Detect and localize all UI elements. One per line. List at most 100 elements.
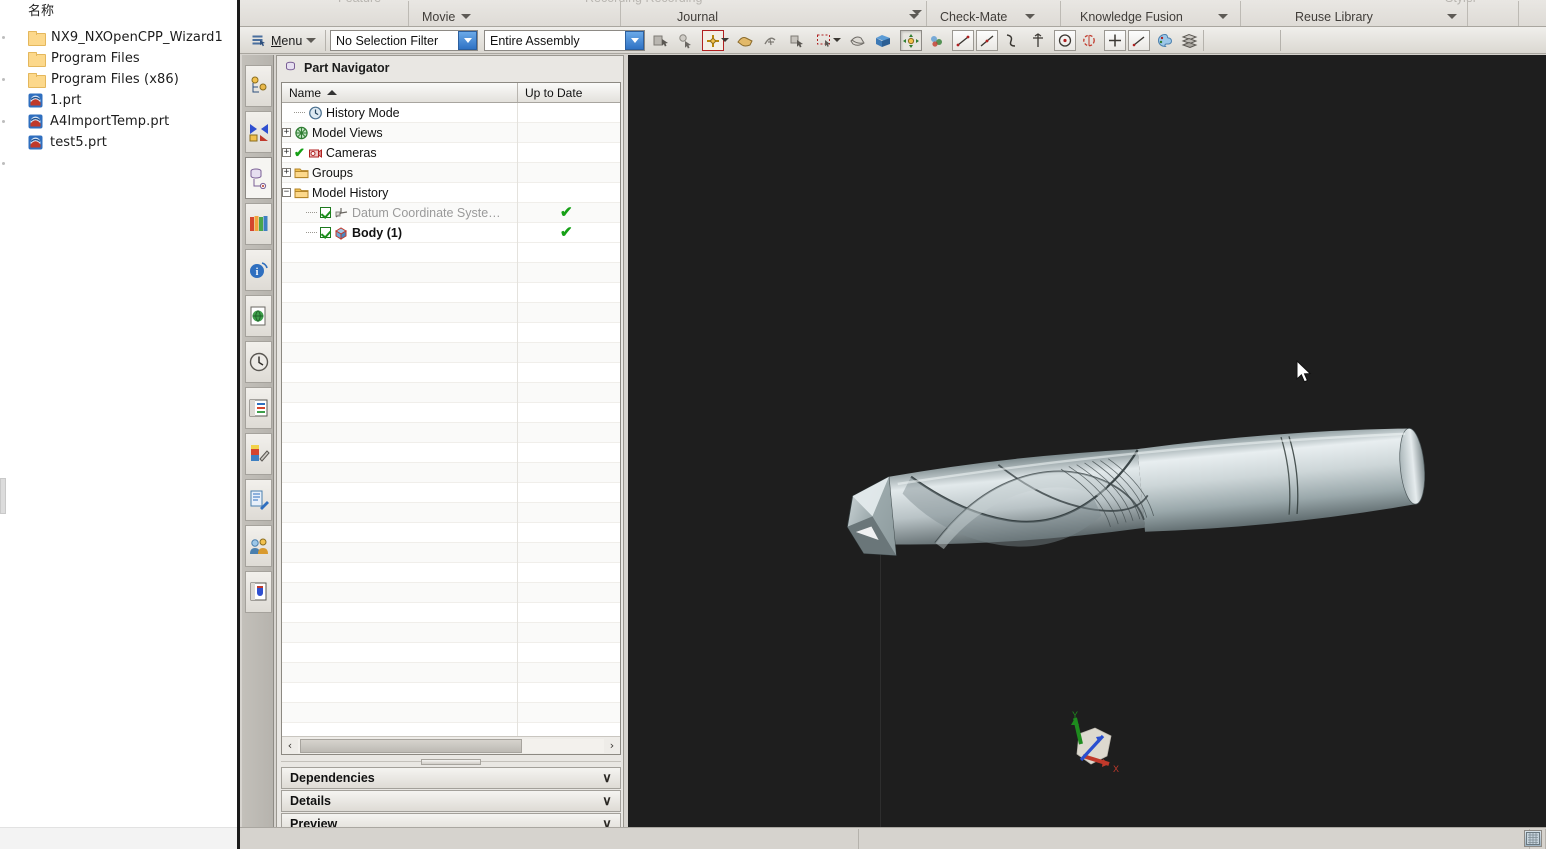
ribbon-group-check-mate[interactable]: Check-Mate: [940, 6, 1035, 26]
point-icon[interactable]: [1104, 30, 1126, 51]
tree-node-name-cell[interactable]: + Model Views: [282, 122, 518, 143]
table-row-empty[interactable]: [282, 262, 620, 283]
selection-scope-combo[interactable]: Entire Assembly: [484, 30, 645, 51]
constraint-navigator-icon[interactable]: [245, 111, 272, 153]
datum-axis-icon[interactable]: [1027, 30, 1049, 51]
curve-select-icon[interactable]: [760, 30, 782, 51]
process-studio-icon[interactable]: [245, 387, 272, 429]
accordion-dependencies[interactable]: Dependencies ∨: [281, 767, 621, 789]
color-palette-icon[interactable]: [1153, 30, 1175, 51]
table-row-empty[interactable]: [282, 302, 620, 323]
table-row-empty[interactable]: [282, 522, 620, 543]
system-materials-icon[interactable]: [245, 479, 272, 521]
status-indicator-icon[interactable]: [1524, 830, 1542, 847]
line-icon[interactable]: [952, 30, 974, 51]
explorer-item-folder[interactable]: Program Files (x86): [28, 69, 179, 90]
wcs-dynamics-icon[interactable]: [926, 30, 948, 51]
table-row-empty[interactable]: [282, 602, 620, 623]
table-row-empty[interactable]: [282, 342, 620, 363]
feature-select-icon[interactable]: [786, 30, 808, 51]
collapse-minus-icon[interactable]: −: [282, 188, 291, 197]
scrollbar-thumb[interactable]: [300, 738, 522, 753]
explorer-item-folder[interactable]: Program Files: [28, 48, 140, 69]
spline-icon[interactable]: [1001, 30, 1023, 51]
table-row-empty[interactable]: [282, 502, 620, 523]
selection-filter-combo[interactable]: No Selection Filter: [330, 30, 478, 51]
table-row[interactable]: Body (1) ✔: [282, 222, 620, 243]
column-header-name[interactable]: Name: [282, 83, 518, 102]
ribbon-group-knowledge-fusion[interactable]: Knowledge Fusion: [1080, 6, 1228, 26]
web-browser-icon[interactable]: [245, 295, 272, 337]
table-row-empty[interactable]: [282, 482, 620, 503]
table-row[interactable]: Datum Coordinate Syste… ✔: [282, 202, 620, 223]
chevron-down-icon[interactable]: [625, 31, 644, 50]
rectangle-select-icon[interactable]: [813, 30, 835, 51]
table-row-empty[interactable]: [282, 682, 620, 703]
table-row-empty[interactable]: [282, 642, 620, 663]
tree-node-name-cell[interactable]: Datum Coordinate Syste…: [282, 202, 518, 223]
circle-icon[interactable]: [1054, 30, 1076, 51]
chevron-down-icon[interactable]: [306, 38, 317, 43]
select-feature-icon[interactable]: [650, 30, 672, 51]
table-row-empty[interactable]: [282, 622, 620, 643]
move-object-icon[interactable]: [900, 30, 922, 51]
reuse-library-icon[interactable]: [245, 203, 272, 245]
table-row[interactable]: + ✔ Cameras: [282, 142, 620, 163]
table-row-empty[interactable]: [282, 542, 620, 563]
part-navigator-tree[interactable]: Name Up to Date History Mode + Model Vie…: [281, 82, 621, 755]
tree-node-name-cell[interactable]: Body (1): [282, 222, 518, 243]
menu-button[interactable]: Menu: [247, 30, 321, 51]
table-row-empty[interactable]: [282, 382, 620, 403]
table-row-empty[interactable]: [282, 702, 620, 723]
explorer-item-file[interactable]: A4ImportTemp.prt: [28, 111, 169, 132]
explorer-item-file[interactable]: test5.prt: [28, 132, 107, 153]
part-navigator-icon[interactable]: [245, 157, 272, 199]
collaboration-icon[interactable]: [245, 525, 272, 567]
ribbon-group-journal[interactable]: Journal: [677, 6, 919, 26]
chevron-down-icon[interactable]: ∨: [594, 770, 620, 786]
full-screen-icon[interactable]: [245, 571, 272, 613]
table-row-empty[interactable]: [282, 402, 620, 423]
suppress-checkbox[interactable]: [320, 227, 331, 238]
hd3d-tools-icon[interactable]: i: [245, 249, 272, 291]
snap-point-dropdown-icon[interactable]: [721, 38, 729, 42]
suppress-checkbox[interactable]: [320, 207, 331, 218]
splitter-grip[interactable]: [421, 759, 481, 765]
table-row-empty[interactable]: [282, 242, 620, 263]
table-row-empty[interactable]: [282, 582, 620, 603]
column-header-up-to-date[interactable]: Up to Date: [518, 83, 620, 102]
table-row-empty[interactable]: [282, 422, 620, 443]
table-row[interactable]: History Mode: [282, 103, 620, 123]
table-row-empty[interactable]: [282, 722, 620, 736]
table-row-empty[interactable]: [282, 662, 620, 683]
tree-node-name-cell[interactable]: − Model History: [282, 182, 518, 203]
chevron-down-icon[interactable]: [458, 31, 477, 50]
chevron-down-icon[interactable]: [1025, 14, 1035, 19]
panel-splitter[interactable]: [281, 758, 621, 766]
table-row-empty[interactable]: [282, 562, 620, 583]
roles-icon[interactable]: [245, 433, 272, 475]
explorer-item-file[interactable]: 1.prt: [28, 90, 82, 111]
table-row-empty[interactable]: [282, 282, 620, 303]
scroll-right-icon[interactable]: ›: [604, 737, 620, 754]
table-row-empty[interactable]: [282, 362, 620, 383]
chevron-down-icon[interactable]: [1218, 14, 1228, 19]
tree-horizontal-scrollbar[interactable]: ‹ ›: [282, 736, 620, 754]
table-row-empty[interactable]: [282, 462, 620, 483]
expand-plus-icon[interactable]: +: [282, 128, 291, 137]
basic-curve-icon[interactable]: [976, 30, 998, 51]
select-shape-dropdown-icon[interactable]: [833, 38, 841, 42]
table-row-empty[interactable]: [282, 322, 620, 343]
faceted-body-icon[interactable]: [846, 30, 868, 51]
chevron-down-icon[interactable]: [912, 10, 922, 15]
solid-body-icon[interactable]: [872, 30, 894, 51]
expand-plus-icon[interactable]: +: [282, 168, 291, 177]
chevron-down-icon[interactable]: [461, 14, 472, 19]
face-select-icon[interactable]: [734, 30, 756, 51]
chevron-down-icon[interactable]: ∨: [594, 793, 620, 809]
tree-node-name-cell[interactable]: + ✔ Cameras: [282, 142, 518, 163]
table-row[interactable]: + Groups: [282, 162, 620, 183]
table-row-empty[interactable]: [282, 442, 620, 463]
assembly-navigator-icon[interactable]: [245, 65, 272, 107]
tree-node-name-cell[interactable]: + Groups: [282, 162, 518, 183]
